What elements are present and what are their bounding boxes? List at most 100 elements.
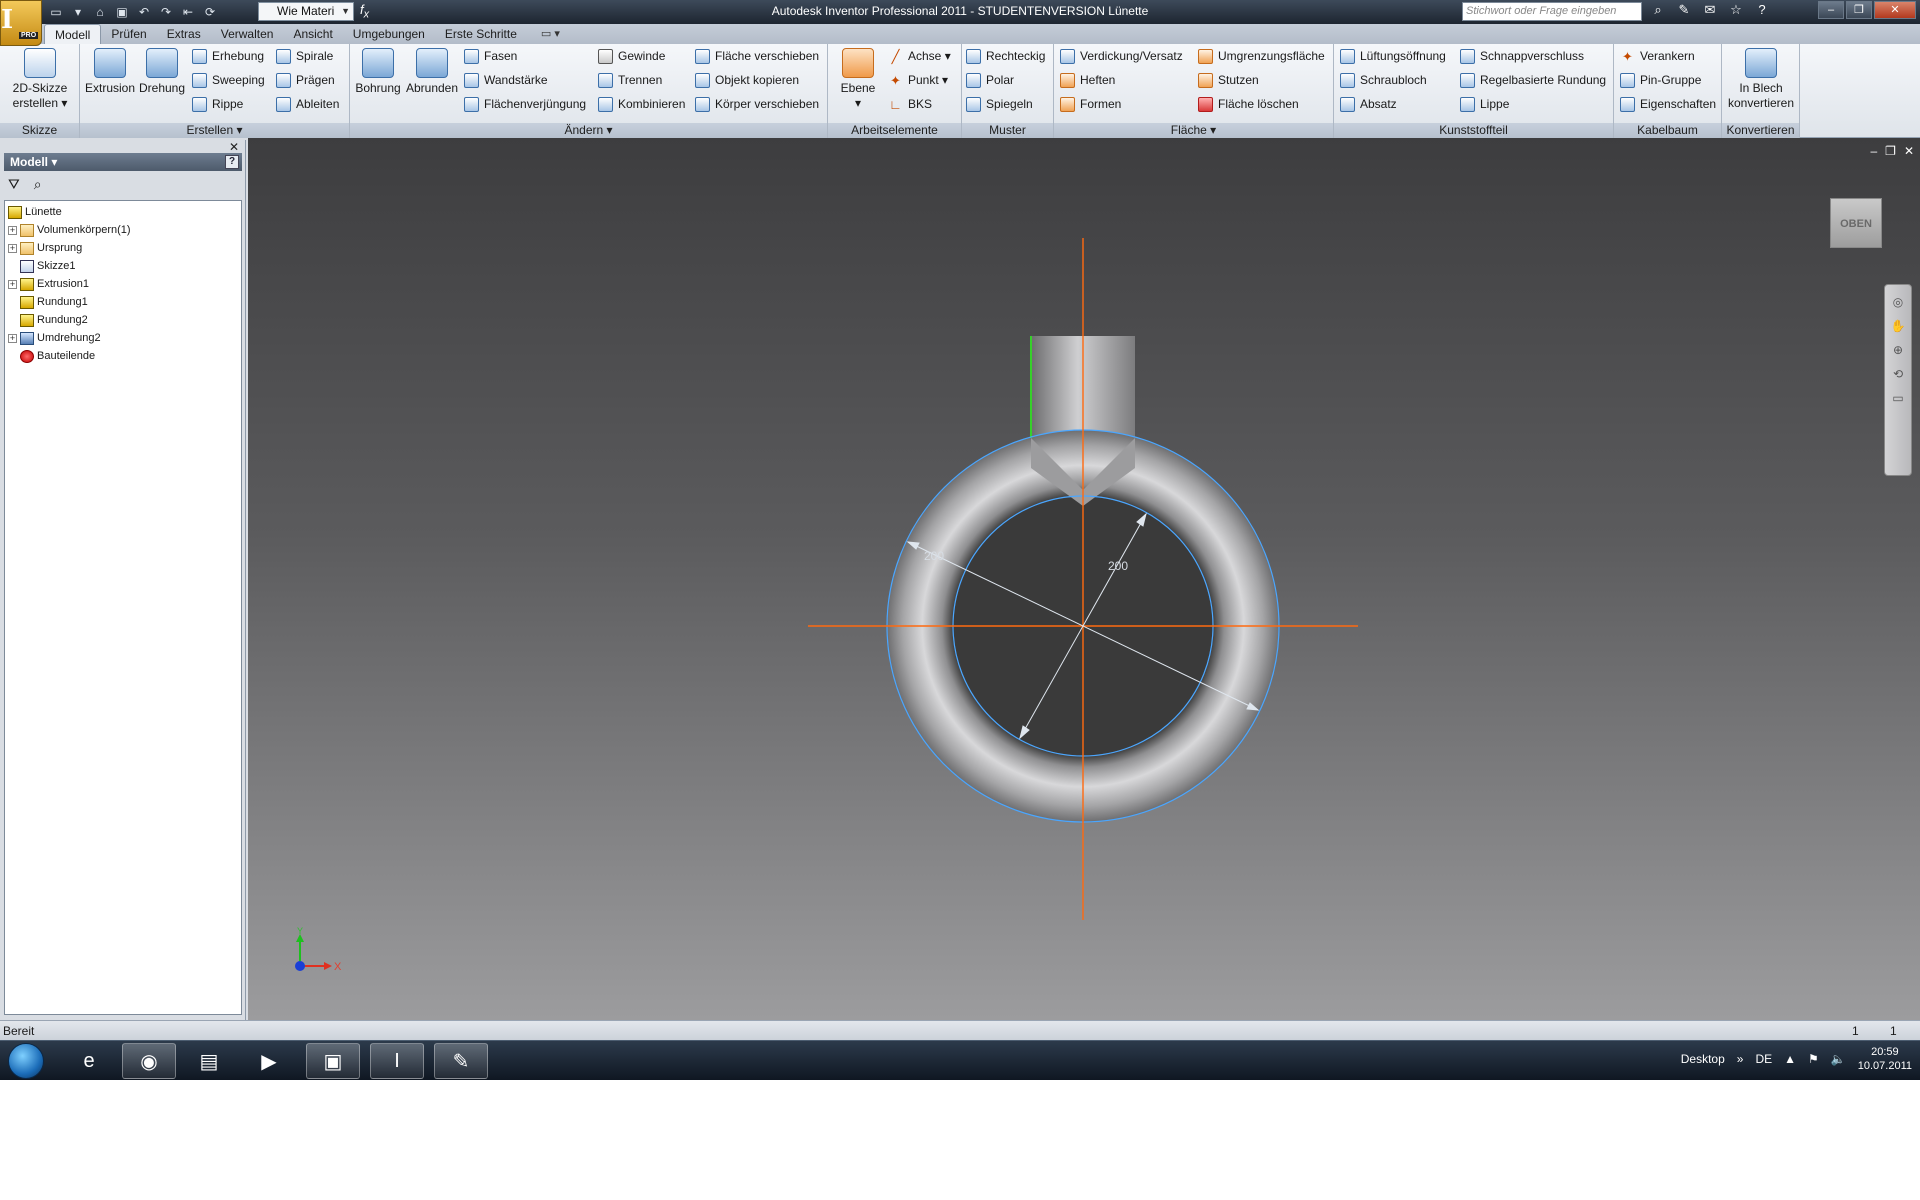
boundary-patch-button[interactable]: Umgrenzungsfläche	[1198, 46, 1325, 66]
expand-icon[interactable]: +	[8, 279, 17, 289]
point-button[interactable]: ✦ Punkt ▾	[888, 70, 948, 90]
sweep-button[interactable]: Sweeping	[192, 70, 265, 90]
restore-button[interactable]: ❐	[1846, 1, 1872, 19]
convert-to-sheet-metal-button[interactable]: In Blech konvertieren	[1724, 46, 1798, 111]
expand-icon[interactable]: +	[8, 225, 17, 235]
steering-wheel-icon[interactable]: ◎	[1885, 295, 1911, 309]
tab-extras[interactable]: Extras	[157, 24, 211, 44]
tab-erste-schritte[interactable]: Erste Schritte	[435, 24, 527, 44]
pin-group-button[interactable]: Pin-Gruppe	[1620, 70, 1701, 90]
tab-umgebungen[interactable]: Umgebungen	[343, 24, 435, 44]
zoom-icon[interactable]: ⊕	[1885, 343, 1911, 357]
binoculars-icon[interactable]: ⌕	[1648, 2, 1668, 18]
snap-fit-button[interactable]: Schnappverschluss	[1460, 46, 1584, 66]
viewcube[interactable]: OBEN	[1830, 198, 1882, 248]
tools-icon[interactable]: ✎	[1674, 2, 1694, 18]
split-button[interactable]: Trennen	[598, 70, 662, 90]
media-player-icon[interactable]: ▶	[242, 1043, 296, 1079]
expand-icon[interactable]: +	[8, 333, 17, 343]
picture-viewer-icon[interactable]: ▣	[306, 1043, 360, 1079]
show-hidden-icons-icon[interactable]: ▲	[1784, 1052, 1796, 1066]
chevron-icon[interactable]: »	[1737, 1052, 1744, 1066]
thread-button[interactable]: Gewinde	[598, 46, 665, 66]
tree-node-sketch1[interactable]: Skizze1	[5, 257, 241, 275]
tab-pruefen[interactable]: Prüfen	[101, 24, 156, 44]
move-bodies-button[interactable]: Körper verschieben	[695, 94, 819, 114]
tree-node-solid-bodies[interactable]: + Volumenkörpern(1)	[5, 221, 241, 239]
shell-button[interactable]: Wandstärke	[464, 70, 548, 90]
ucs-button[interactable]: ∟ BKS	[888, 94, 932, 114]
revolve-button[interactable]: Drehung	[136, 46, 188, 96]
hole-button[interactable]: Bohrung	[352, 46, 404, 96]
close-button[interactable]: ✕	[1874, 1, 1916, 19]
filter-icon[interactable]: ⛛	[8, 176, 20, 193]
volume-icon[interactable]: 🔈	[1831, 1052, 1846, 1066]
network-icon[interactable]: ⚑	[1808, 1052, 1819, 1066]
favorites-icon[interactable]: ☆	[1726, 2, 1746, 18]
chamfer-button[interactable]: Fasen	[464, 46, 517, 66]
extend-button[interactable]: Stutzen	[1198, 70, 1259, 90]
tree-node-part[interactable]: Lünette	[5, 203, 241, 221]
rectangular-pattern-button[interactable]: Rechteckig	[966, 46, 1045, 66]
create-2d-sketch-button[interactable]: 2D-Skizze erstellen ▾	[6, 46, 74, 111]
desktop-toolbar-label[interactable]: Desktop	[1681, 1052, 1725, 1066]
stitch-button[interactable]: Heften	[1060, 70, 1115, 90]
derive-button[interactable]: Ableiten	[276, 94, 339, 114]
emboss-button[interactable]: Prägen	[276, 70, 335, 90]
tab-ansicht[interactable]: Ansicht	[283, 24, 342, 44]
panel-label-flaeche[interactable]: Fläche ▾	[1054, 123, 1333, 138]
tree-node-revolve2[interactable]: + Umdrehung2	[5, 329, 241, 347]
language-indicator[interactable]: DE	[1755, 1052, 1772, 1066]
expand-icon[interactable]: +	[8, 243, 17, 253]
copy-object-button[interactable]: Objekt kopieren	[695, 70, 799, 90]
loft-button[interactable]: Erhebung	[192, 46, 264, 66]
dimension-inner-label[interactable]: 200	[1108, 559, 1128, 573]
tree-node-fillet2[interactable]: Rundung2	[5, 311, 241, 329]
browser-close-icon[interactable]: ✕	[229, 140, 239, 154]
pan-icon[interactable]: ✋	[1885, 319, 1911, 333]
explorer-folder-icon[interactable]: ▤	[182, 1043, 236, 1079]
help-icon[interactable]: ?	[1752, 2, 1772, 18]
mirror-button[interactable]: Spiegeln	[966, 94, 1033, 114]
ribbon-options-icon[interactable]: ▭ ▾	[541, 24, 560, 44]
application-menu-button[interactable]: I PRO	[0, 0, 42, 46]
extrusion-button[interactable]: Extrusion	[84, 46, 136, 96]
plane-button[interactable]: Ebene ▾	[832, 46, 884, 111]
panel-label-aendern[interactable]: Ändern ▾	[350, 123, 827, 138]
thicken-offset-button[interactable]: Verdickung/Versatz	[1060, 46, 1183, 66]
minimize-button[interactable]: –	[1818, 1, 1844, 19]
rule-fillet-button[interactable]: Regelbasierte Rundung	[1460, 70, 1606, 90]
boss-button[interactable]: Schraubloch	[1340, 70, 1427, 90]
model-canvas[interactable]: 200 200 X Y	[248, 138, 1920, 1020]
face-draft-button[interactable]: Flächenverjüngung	[464, 94, 586, 114]
coil-button[interactable]: Spirale	[276, 46, 333, 66]
tree-node-fillet1[interactable]: Rundung1	[5, 293, 241, 311]
dimension-outer-label[interactable]: 200	[924, 549, 944, 563]
inventor-taskbar-icon[interactable]: I	[370, 1043, 424, 1079]
axis-button[interactable]: ╱ Achse ▾	[888, 46, 951, 66]
help-icon[interactable]: ?	[225, 155, 239, 169]
tab-modell[interactable]: Modell	[44, 24, 102, 44]
graphics-viewport[interactable]: – ❐ ✕ 200 200 X Y OBEN ◎ ✋ ⊕ ⟲ ▭	[248, 138, 1920, 1020]
look-at-icon[interactable]: ▭	[1885, 391, 1911, 405]
firefox-icon[interactable]: ◉	[122, 1043, 176, 1079]
lip-button[interactable]: Lippe	[1460, 94, 1509, 114]
sculpt-button[interactable]: Formen	[1060, 94, 1121, 114]
orbit-icon[interactable]: ⟲	[1885, 367, 1911, 381]
move-face-button[interactable]: Fläche verschieben	[695, 46, 819, 66]
clock[interactable]: 20:59 10.07.2011	[1858, 1045, 1912, 1073]
rib-button[interactable]: Rippe	[192, 94, 243, 114]
fillet-button[interactable]: Abrunden	[404, 46, 460, 96]
communication-icon[interactable]: ✉	[1700, 2, 1720, 18]
paint-icon[interactable]: ✎	[434, 1043, 488, 1079]
circular-pattern-button[interactable]: Polar	[966, 70, 1014, 90]
delete-face-button[interactable]: Fläche löschen	[1198, 94, 1299, 114]
properties-button[interactable]: Eigenschaften	[1620, 94, 1716, 114]
internet-explorer-icon[interactable]: e	[62, 1043, 116, 1079]
grill-button[interactable]: Lüftungsöffnung	[1340, 46, 1446, 66]
tree-node-extrusion1[interactable]: + Extrusion1	[5, 275, 241, 293]
tree-node-end-of-part[interactable]: Bauteilende	[5, 347, 241, 365]
search-input[interactable]: Stichwort oder Frage eingeben	[1462, 2, 1642, 21]
tree-node-origin[interactable]: + Ursprung	[5, 239, 241, 257]
find-icon[interactable]: ⌕	[34, 176, 42, 193]
